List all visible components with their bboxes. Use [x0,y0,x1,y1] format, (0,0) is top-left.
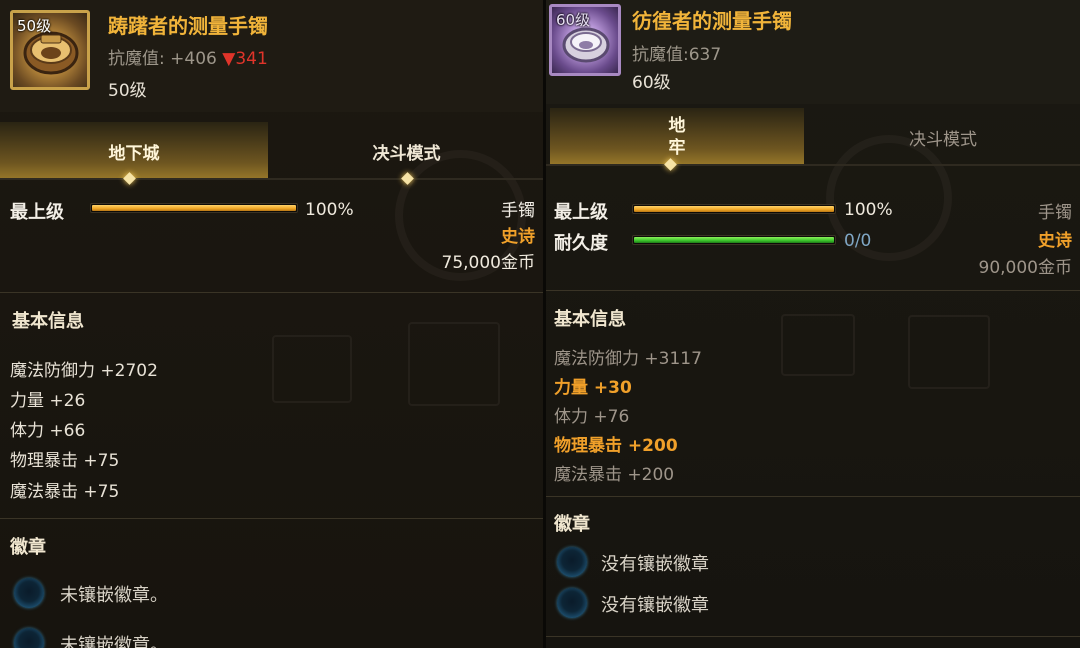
item-title: 彷徨者的测量手镯 [632,9,792,33]
item-level-badge: 60级 [556,11,591,29]
attribute-line: 体力 +76 [554,407,630,427]
durability-bar [632,235,836,245]
divider [546,496,1080,497]
tab-dungeon-label-line1: 地 [668,116,686,136]
tab-dungeon[interactable]: 地下城 [0,122,268,180]
background-ghost-slot [908,315,990,389]
tab-duel-label: 决斗模式 [909,129,977,150]
item-level-badge: 50级 [17,17,52,35]
basic-info-title: 基本信息 [554,309,626,330]
divider [0,292,543,293]
magic-resist-line: 抗魔值: +406 ▼341 [108,44,268,69]
max-level-label: 最上级 [10,202,64,223]
item-title: 踌躇者的测量手镯 [108,14,268,38]
item-rarity: 史诗 [501,227,535,247]
emblem-title: 徽章 [10,537,46,558]
bracelet-item-icon[interactable]: 50级 [10,10,90,90]
attribute-line: 魔法暴击 +75 [10,482,120,502]
emblem-socket-icon[interactable] [557,547,587,577]
emblem-socket-label: 没有镶嵌徽章 [601,595,709,616]
attribute-line: 体力 +66 [10,421,86,441]
tab-dungeon[interactable]: 地 牢 [550,108,804,166]
emblem-title: 徽章 [554,514,590,535]
magic-resist-diff: ▼341 [222,49,268,69]
tab-duel-label: 决斗模式 [372,143,441,164]
emblem-socket-icon[interactable] [14,578,44,608]
background-ghost-slot [272,335,352,403]
max-level-bar-fill [92,205,296,211]
attribute-line: 魔法暴击 +200 [554,465,675,485]
attribute-line: 力量 +26 [10,391,86,411]
tab-underline [546,164,1080,166]
attribute-line: 力量 +30 [554,378,632,398]
tab-duel-mode[interactable]: 决斗模式 [806,108,1080,166]
required-level: 50级 [108,81,147,101]
max-level-label: 最上级 [554,202,608,223]
attribute-line: 物理暴击 +75 [10,451,120,471]
item-price: 75,000金币 [441,253,535,273]
max-level-bar [90,203,298,213]
emblem-socket-label: 没有镶嵌徽章 [601,554,709,575]
emblem-socket-label: 未镶嵌徽章。 [60,635,168,648]
divider [0,518,543,519]
max-level-percent: 100% [305,200,354,220]
item-tooltip-left: 50级 踌躇者的测量手镯 抗魔值: +406 ▼341 50级 地下城 决斗模式… [0,0,543,648]
durability-label: 耐久度 [554,233,608,254]
required-level: 60级 [632,73,671,93]
tab-dungeon-label-line2: 牢 [668,138,686,158]
attribute-line: 物理暴击 +200 [554,436,678,456]
max-level-percent: 100% [844,200,893,220]
mode-tabs: 地下城 决斗模式 [0,122,543,185]
magic-resist-value: +406 [170,49,217,69]
magic-resist-line: 抗魔值:637 [632,45,722,65]
attribute-line: 魔法防御力 +2702 [10,361,158,381]
durability-value: 0/0 [844,231,872,251]
durability-bar-fill [634,237,834,243]
bracelet-item-icon[interactable]: 60级 [549,4,621,76]
item-tooltip-right: 60级 彷徨者的测量手镯 抗魔值:637 60级 地 牢 决斗模式 最上级 10… [546,0,1080,648]
max-level-bar-fill [634,206,834,212]
tab-dungeon-label: 地下城 [108,143,160,164]
item-type: 手镯 [1038,203,1072,223]
item-type: 手镯 [501,201,535,221]
tab-underline [0,178,543,180]
divider [546,290,1080,291]
tooltip-header [546,0,1080,104]
attribute-line: 魔法防御力 +3117 [554,349,702,369]
item-rarity: 史诗 [1038,231,1072,251]
mode-tabs: 地 牢 决斗模式 [546,108,1080,171]
divider [546,636,1080,637]
background-ghost-slot [781,314,855,376]
emblem-socket-icon[interactable] [557,588,587,618]
item-price: 90,000金币 [978,258,1072,278]
emblem-socket-icon[interactable] [14,628,44,648]
max-level-bar [632,204,836,214]
emblem-socket-label: 未镶嵌徽章。 [60,585,168,606]
magic-resist-label: 抗魔值: [108,49,165,69]
basic-info-title: 基本信息 [12,311,84,332]
background-ghost-slot [408,322,500,406]
